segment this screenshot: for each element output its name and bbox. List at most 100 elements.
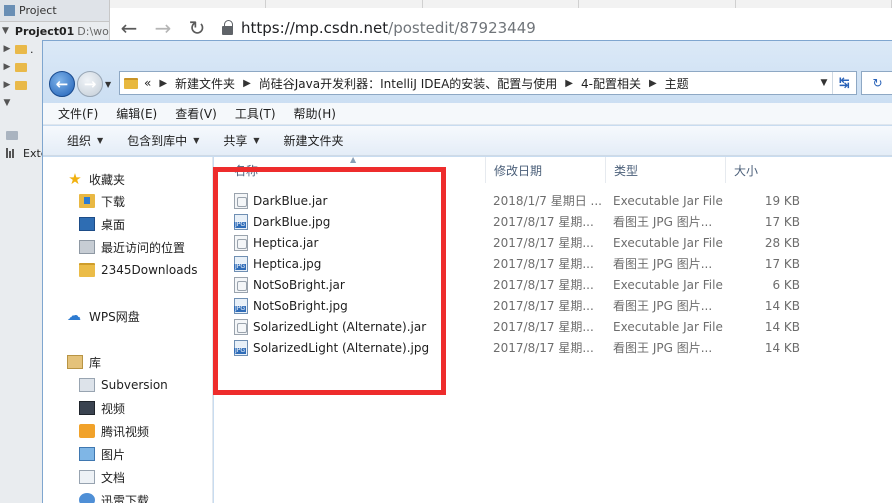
column-header-type[interactable]: 类型 [606, 157, 726, 183]
chevron-right-icon: ▶ [3, 62, 11, 72]
browser-tab-strip [110, 0, 892, 8]
nav-recent-places[interactable]: 最近访问的位置 [79, 237, 185, 257]
forward-arrow-icon[interactable]: → [154, 16, 172, 40]
folder-icon [15, 80, 27, 90]
nav-label: 腾讯视频 [101, 424, 150, 439]
breadcrumb-separator-icon[interactable]: ▶ [243, 78, 251, 89]
address-bar[interactable]: « ▶ 新建文件夹 ▶ 尚硅谷Java开发利器：IntelliJ IDEA的安装… [119, 71, 857, 95]
star-icon: ★ [68, 170, 82, 188]
tencent-video-icon [79, 424, 95, 438]
breadcrumb-prefix[interactable]: « [144, 76, 151, 90]
desktop-icon [79, 217, 95, 231]
nav-downloads[interactable]: 下载 [79, 191, 125, 211]
nav-label: Subversion [101, 378, 168, 392]
downloads-folder-icon [79, 194, 95, 208]
file-date: 2017/8/17 星期... [493, 215, 594, 229]
nav-pictures[interactable]: 图片 [79, 444, 125, 464]
nav-xunlei-downloads[interactable]: 迅雷下载 [79, 490, 149, 503]
file-date: 2017/8/17 星期... [493, 299, 594, 313]
menu-file[interactable]: 文件(F) [49, 105, 107, 122]
nav-documents[interactable]: 文档 [79, 467, 125, 487]
nav-label: 最近访问的位置 [101, 240, 186, 255]
browser-tab[interactable] [422, 0, 580, 8]
file-size: 19 KB [764, 193, 800, 208]
nav-label: 图片 [101, 447, 126, 462]
include-in-library-label: 包含到库中 [127, 134, 188, 148]
command-bar: 组织 ▼ 包含到库中 ▼ 共享 ▼ 新建文件夹 [43, 126, 892, 156]
nav-2345downloads[interactable]: 2345Downloads [79, 260, 197, 280]
search-box-edge[interactable]: ↻ [861, 71, 892, 95]
menu-help[interactable]: 帮助(H) [285, 105, 345, 122]
nav-videos[interactable]: 视频 [79, 398, 125, 418]
navigation-pane: ★ 收藏夹 下载 桌面 最近访问的位置 2345Downloads ☁ WPS网… [43, 157, 213, 503]
nav-wps-cloud[interactable]: ☁ WPS网盘 [67, 306, 140, 326]
cloud-icon: ☁ [67, 308, 81, 324]
breadcrumb-separator-icon[interactable]: ▶ [649, 78, 657, 89]
reload-icon[interactable]: ↻ [188, 16, 206, 40]
breadcrumb-item[interactable]: 主题 [665, 75, 689, 92]
nav-label: 库 [89, 355, 102, 370]
new-folder-button[interactable]: 新建文件夹 [272, 132, 356, 149]
refresh-icon: ↻ [872, 76, 883, 90]
nav-label: 视频 [101, 401, 126, 416]
nav-favorites[interactable]: ★ 收藏夹 [67, 169, 125, 189]
recent-pages-dropdown[interactable]: ▼ [105, 80, 117, 89]
column-header-date[interactable]: 修改日期 [486, 157, 606, 183]
file-date: 2017/8/17 星期... [493, 341, 594, 355]
nav-libraries[interactable]: 库 [67, 352, 101, 372]
browser-tab[interactable] [735, 0, 892, 8]
breadcrumb-separator-icon[interactable]: ▶ [159, 78, 167, 89]
refresh-icon[interactable]: ↹ [832, 72, 856, 94]
ide-header: Project [0, 0, 109, 22]
module-icon [6, 130, 18, 140]
forward-button[interactable]: → [77, 71, 103, 97]
browser-tab[interactable] [110, 0, 267, 8]
menu-view[interactable]: 查看(V) [166, 105, 226, 122]
file-type: Executable Jar File [613, 319, 723, 334]
nav-label: 迅雷下载 [101, 493, 150, 503]
menu-tools[interactable]: 工具(T) [226, 105, 285, 122]
file-size: 14 KB [764, 319, 800, 334]
xunlei-icon [79, 493, 95, 503]
browser-tab[interactable] [266, 0, 423, 8]
highlight-annotation [213, 167, 446, 395]
chevron-down-icon[interactable]: ▼ [816, 78, 832, 88]
chevron-down-icon: ▼ [2, 26, 9, 36]
nav-subversion[interactable]: Subversion [79, 375, 168, 395]
chevron-down-icon: ▼ [193, 136, 200, 145]
breadcrumb-item[interactable]: 尚硅谷Java开发利器：IntelliJ IDEA的安装、配置与使用 [259, 75, 558, 92]
nav-label: 桌面 [101, 217, 126, 232]
nav-label: 收藏夹 [89, 172, 126, 187]
ide-tree-row-project[interactable]: ▼ Project01 D:\work [0, 22, 109, 40]
file-size: 17 KB [764, 256, 800, 271]
forward-arrow-icon: → [83, 75, 97, 93]
back-button[interactable]: ← [49, 71, 75, 97]
browser-tab[interactable] [579, 0, 736, 8]
chevron-down-icon: ▼ [3, 98, 11, 108]
nav-desktop[interactable]: 桌面 [79, 214, 125, 234]
project-icon [4, 5, 15, 16]
video-icon [79, 401, 95, 415]
url-bar[interactable]: https://mp.csdn.net/postedit/87923449 [222, 19, 536, 37]
breadcrumb-separator-icon[interactable]: ▶ [565, 78, 573, 89]
file-date: 2017/8/17 星期... [493, 236, 594, 250]
back-arrow-icon[interactable]: ← [120, 16, 138, 40]
file-date: 2017/8/17 星期... [493, 278, 594, 292]
file-date: 2018/1/7 星期日 ... [493, 194, 602, 208]
nav-label: WPS网盘 [89, 309, 140, 324]
file-type: 看图王 JPG 图片... [613, 215, 713, 229]
file-type: 看图王 JPG 图片... [613, 299, 713, 313]
url-host: https://mp.csdn.net [241, 19, 389, 37]
include-in-library-button[interactable]: 包含到库中 ▼ [115, 132, 211, 149]
breadcrumb-item[interactable]: 4-配置相关 [581, 75, 641, 92]
column-header-size[interactable]: 大小 [726, 157, 816, 183]
recent-places-icon [79, 240, 95, 254]
menu-edit[interactable]: 编辑(E) [107, 105, 166, 122]
organize-button[interactable]: 组织 ▼ [55, 132, 115, 149]
share-button[interactable]: 共享 ▼ [211, 132, 271, 149]
organize-label: 组织 [67, 134, 92, 148]
nav-tencent-video[interactable]: 腾讯视频 [79, 421, 149, 441]
breadcrumb-item[interactable]: 新建文件夹 [175, 75, 235, 92]
file-type: Executable Jar File [613, 277, 723, 292]
pictures-icon [79, 447, 95, 461]
